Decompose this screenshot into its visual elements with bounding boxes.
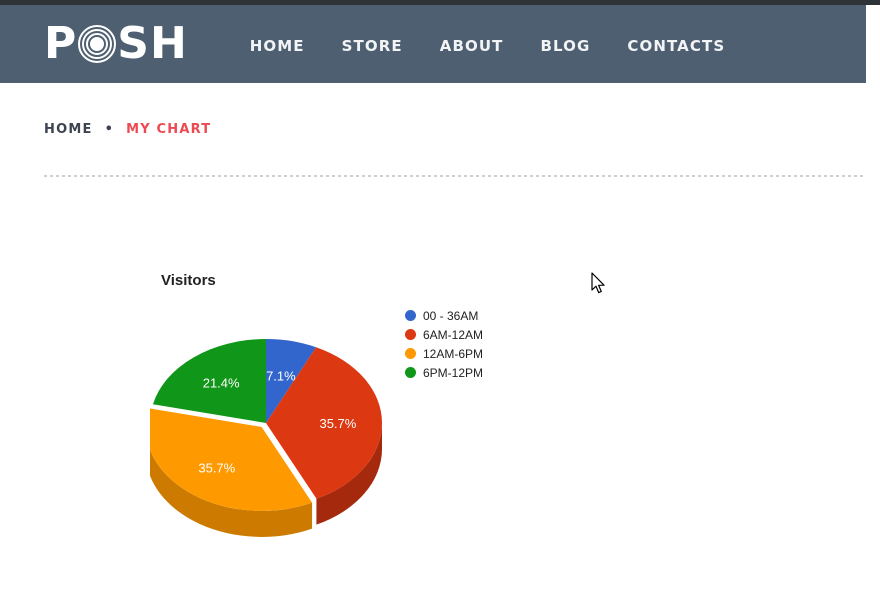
legend-item-label: 6AM-12AM xyxy=(423,327,484,342)
nav-item-contacts[interactable]: CONTACTS xyxy=(627,37,725,55)
pie-slice-label: 35.7% xyxy=(198,461,235,476)
breadcrumb-item-current: MY CHART xyxy=(126,122,212,137)
brand-logo[interactable]: P SH xyxy=(44,5,188,83)
legend-item-3[interactable]: 6PM-12PM xyxy=(405,363,555,382)
page-viewport: P SH HOME STORE ABOUT BLOG CONTACTS HOME… xyxy=(0,5,866,601)
mouse-cursor xyxy=(591,272,607,296)
logo-rings-icon xyxy=(78,25,117,63)
nav-item-home[interactable]: HOME xyxy=(250,37,305,55)
brand-logo-text: P SH xyxy=(44,22,188,66)
main-navigation: HOME STORE ABOUT BLOG CONTACTS xyxy=(250,37,725,55)
nav-item-blog[interactable]: BLOG xyxy=(540,37,590,55)
legend-item-1[interactable]: 6AM-12AM xyxy=(405,325,555,344)
pie-slice-label: 21.4% xyxy=(203,375,240,390)
page-right-gutter xyxy=(866,5,880,601)
site-header: P SH HOME STORE ABOUT BLOG CONTACTS xyxy=(0,5,866,83)
breadcrumb: HOME • MY CHART xyxy=(44,122,211,137)
legend-item-label: 00 - 36AM xyxy=(423,308,479,323)
legend-color-swatch xyxy=(405,329,416,340)
legend-item-label: 6PM-12PM xyxy=(423,365,484,380)
chart-title: Visitors xyxy=(161,272,216,289)
legend-item-2[interactable]: 12AM-6PM xyxy=(405,344,555,363)
nav-item-about[interactable]: ABOUT xyxy=(440,37,504,55)
legend-color-swatch xyxy=(405,367,416,378)
brand-logo-text-before: P xyxy=(44,18,78,69)
chart-legend: 00 - 36AM 6AM-12AM 12AM-6PM 6PM-12PM xyxy=(405,306,555,382)
breadcrumb-item-home[interactable]: HOME xyxy=(44,122,93,137)
legend-color-swatch xyxy=(405,310,416,321)
pie-svg: 7.1% 35.7% 35.7% 21.4% xyxy=(150,339,382,537)
breadcrumb-separator: • xyxy=(104,122,115,137)
nav-item-store[interactable]: STORE xyxy=(342,37,403,55)
brand-logo-text-after: SH xyxy=(117,18,188,69)
legend-item-0[interactable]: 00 - 36AM xyxy=(405,306,555,325)
section-divider xyxy=(44,175,866,177)
pie-slice-label: 35.7% xyxy=(319,416,356,431)
pie-slice-label: 7.1% xyxy=(266,368,296,383)
visitors-pie-chart: Visitors 7.1% 35.7% 35.7% 21.4% 00 - 36AM 6… xyxy=(150,260,570,550)
legend-color-swatch xyxy=(405,348,416,359)
pie-chart-graphic[interactable]: 7.1% 35.7% 35.7% 21.4% xyxy=(150,315,400,545)
legend-item-label: 12AM-6PM xyxy=(423,346,484,361)
